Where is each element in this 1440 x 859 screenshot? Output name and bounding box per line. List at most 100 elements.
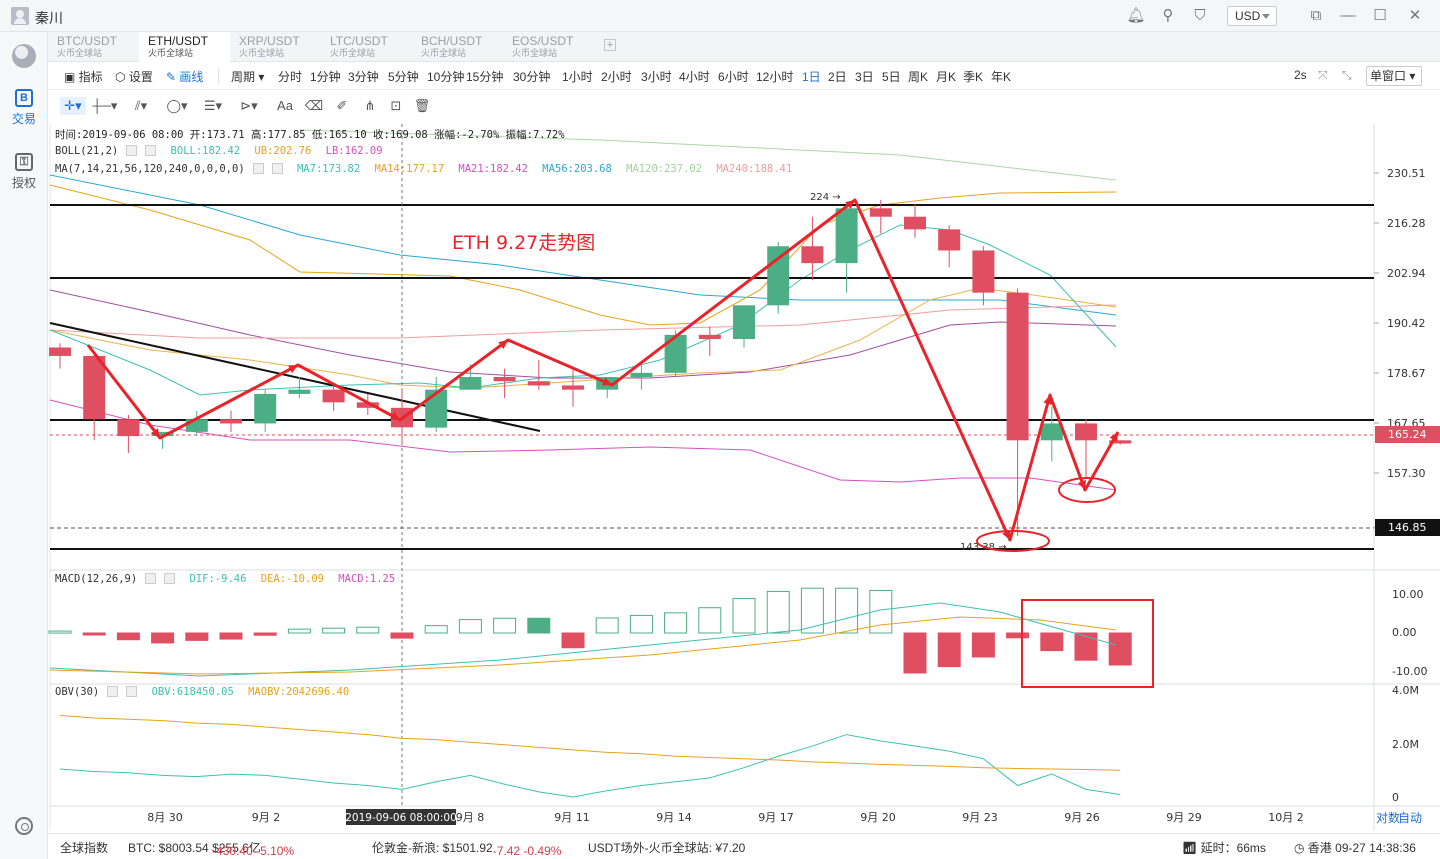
macd-histogram-bar [937,632,961,668]
date-axis-label: 10月 2 [1268,811,1304,824]
macd-histogram-bar [800,587,824,634]
macd-axis-label: 10.00 [1392,588,1424,601]
auto-scale-button: 自动 [1398,811,1422,825]
gold-ticker: 伦敦金-新浪: $1501.92 -7.42 -0.49% [372,841,562,858]
macd-legend: MACD(12,26,9) DIF:-9.46 DEA:-10.09 MACD:… [55,573,396,585]
candle-body [801,246,824,264]
macd-histogram-bar [356,626,380,634]
date-axis-label: 9月 23 [962,811,998,824]
date-axis-label: 9月 11 [554,811,590,824]
macd-histogram-bar [835,587,859,634]
macd-histogram-bar [322,627,346,634]
macd-histogram-bar [219,632,243,640]
macd-histogram-bar [458,619,482,634]
candle-body [288,389,311,394]
macd-histogram-bar [1108,632,1132,666]
price-axis-label: 216.28 [1387,217,1426,230]
chart-annotation-title: ETH 9.27走势图 [452,232,595,254]
clock-indicator: ◷ 香港 09-27 14:38:36 [1294,841,1416,855]
candle-body [904,216,926,230]
price-axis-label: 230.51 [1387,167,1426,180]
global-index-button[interactable]: 全球指数 [60,839,108,856]
candle-body [83,355,106,420]
date-axis-label: 9月 14 [656,811,692,824]
macd-histogram-bar [629,614,653,634]
candle-body [459,377,482,390]
obv-axis-label: 0 [1392,791,1399,804]
candle-body [1006,292,1029,441]
candle-body [493,377,516,382]
macd-histogram-bar [1040,632,1064,652]
cursor-date-value: 2019-09-06 08:00:00 [345,812,457,824]
date-axis-label: 9月 26 [1064,811,1100,824]
candle-body [1075,423,1097,441]
macd-histogram-bar [151,632,175,644]
macd-axis-label: 0.00 [1392,626,1417,639]
macd-histogram-bar [424,625,448,634]
candle-body [1040,423,1063,441]
macd-histogram-bar [561,632,585,649]
status-bar: 全球指数 BTC: $8003.54 -430.40 -5.10% $255.6… [48,833,1440,859]
price-axis-label: 190.42 [1387,317,1426,330]
candle-body [322,389,345,403]
date-axis-label: 9月 8 [456,811,485,824]
candle-info-legend: 时间:2019-09-06 08:00 开:173.71 高:177.85 低:… [55,129,565,141]
macd-histogram-bar [766,590,790,634]
macd-histogram-bar [664,612,688,634]
macd-histogram-bar [390,632,414,639]
btc-ticker: BTC: $8003.54 -430.40 -5.10% $255.6亿 [128,841,295,858]
macd-histogram-bar [903,632,927,674]
high-price-label: 224 → [810,192,841,203]
price-axis-label: 157.30 [1387,467,1426,480]
macd-histogram-bar [48,630,72,634]
boll-legend: BOLL(21,2) BOLL:182.42 UB:202.76 LB:162.… [55,145,383,157]
date-axis-label: 9月 2 [252,811,281,824]
candle-body [527,381,550,386]
macd-histogram-bar [527,617,551,634]
macd-axis-label: -10.00 [1392,665,1427,678]
candle-body [254,393,277,424]
candle-body [425,389,448,428]
candle-body [869,208,892,217]
macd-histogram-bar [595,617,619,634]
macd-histogram-bar [732,597,756,634]
date-axis-label: 9月 20 [860,811,896,824]
date-axis-label: 9月 29 [1166,811,1202,824]
candle-body [938,229,961,251]
macd-histogram-bar [253,632,277,636]
candle-body [630,372,653,378]
price-axis-label: 178.67 [1387,367,1426,380]
candle-body [220,419,242,424]
candle-body [733,305,755,340]
candle-body [972,250,995,293]
candle-body [835,208,858,264]
macd-histogram-bar [116,632,140,641]
price-axis-label: 202.94 [1387,267,1426,280]
log-scale-button: 对数 [1376,810,1400,825]
obv-axis-label: 4.0M [1392,684,1419,697]
candle-body [562,385,584,390]
candle-body [767,246,790,306]
macd-histogram-bar [493,617,517,634]
date-axis-label: 8月 30 [147,811,183,824]
candle-body [698,334,721,340]
macd-histogram-bar [971,632,995,658]
obv-axis-label: 2.0M [1392,738,1419,751]
macd-histogram-bar [185,632,209,641]
usdt-otc-ticker: USDT场外-火币全球站: ¥7.20 [588,841,746,855]
macd-histogram-bar [1006,632,1030,639]
macd-histogram-bar [82,632,106,636]
candle-body [49,347,71,356]
macd-histogram-bar [698,607,722,634]
candle-body [117,419,140,437]
current-price-value: 165.24 [1388,428,1427,441]
ma-legend: MA(7,14,21,56,120,240,0,0,0,0) MA7:173.8… [55,163,793,175]
chart-background [50,124,1374,807]
obv-legend: OBV(30) OBV:618450.05 MAOBV:2042696.40 [55,686,350,698]
macd-histogram-bar [1074,632,1098,661]
candle-body [664,334,687,373]
level-price-value: 146.85 [1388,521,1427,534]
macd-histogram-bar [287,628,311,634]
date-axis-label: 9月 17 [758,811,794,824]
latency-indicator: 📶︎ 延时：66ms [1182,841,1266,855]
